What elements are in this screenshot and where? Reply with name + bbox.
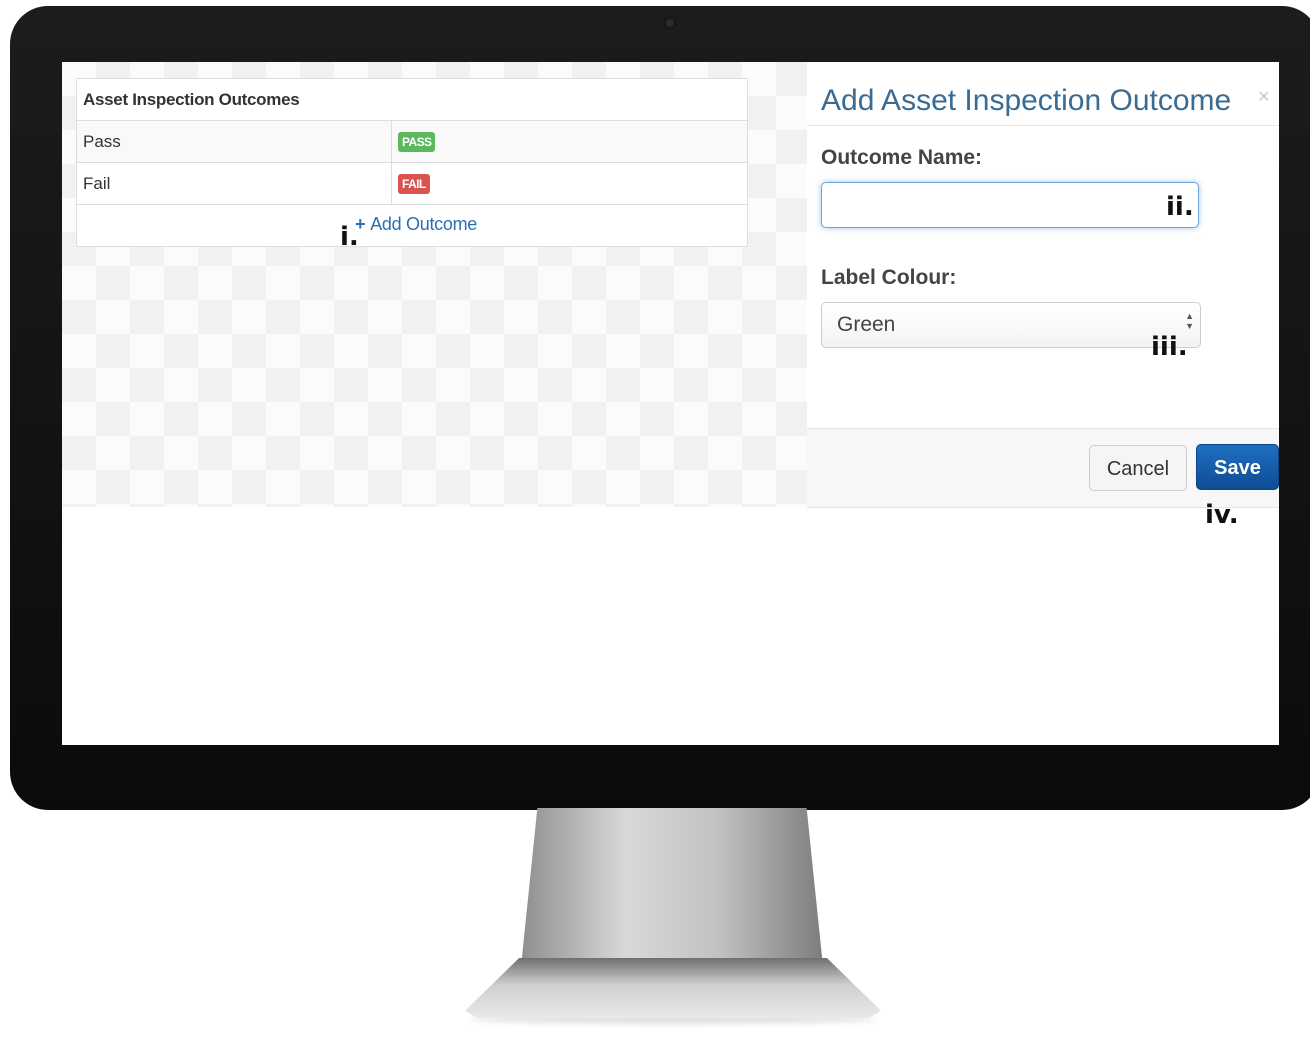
fail-badge: FAIL [398, 173, 430, 194]
label-colour-select[interactable]: Green ▲ ▼ [821, 302, 1201, 348]
add-outcome-label: Add Outcome [370, 214, 477, 234]
annotation-i: i. [340, 222, 359, 252]
label-colour-label: Label Colour: [821, 266, 957, 289]
annotation-iii: iii. [1151, 332, 1188, 362]
modal-title: Add Asset Inspection Outcome [821, 84, 1232, 117]
save-button[interactable]: Save [1196, 444, 1279, 490]
outcome-name-label: Outcome Name: [821, 146, 983, 169]
annotation-iv: iv. [1205, 500, 1239, 530]
add-outcome-row: + Add Outcome [77, 205, 747, 246]
camera-icon [666, 19, 674, 27]
select-arrows-icon: ▲ ▼ [1185, 311, 1194, 331]
close-icon[interactable]: × [1258, 86, 1270, 109]
outcome-name-cell: Pass [77, 121, 392, 162]
annotation-ii: ii. [1166, 192, 1194, 222]
monitor-base [465, 958, 881, 1018]
outcome-name-input[interactable] [821, 182, 1199, 228]
monitor-screen: Asset Inspection Outcomes Pass PASS Fail… [62, 62, 1279, 745]
outcomes-table: Asset Inspection Outcomes Pass PASS Fail… [76, 78, 748, 247]
label-colour-value: Green [837, 313, 896, 336]
add-outcome-modal: Add Asset Inspection Outcome × Outcome N… [807, 62, 1279, 508]
table-header: Asset Inspection Outcomes [77, 79, 747, 121]
table-row: Fail FAIL [77, 163, 747, 205]
add-outcome-link[interactable]: + Add Outcome [355, 214, 477, 235]
cancel-button[interactable]: Cancel [1089, 445, 1187, 491]
table-row: Pass PASS [77, 121, 747, 163]
outcome-name-cell: Fail [77, 163, 392, 204]
divider [807, 125, 1279, 126]
pass-badge: PASS [398, 131, 436, 152]
